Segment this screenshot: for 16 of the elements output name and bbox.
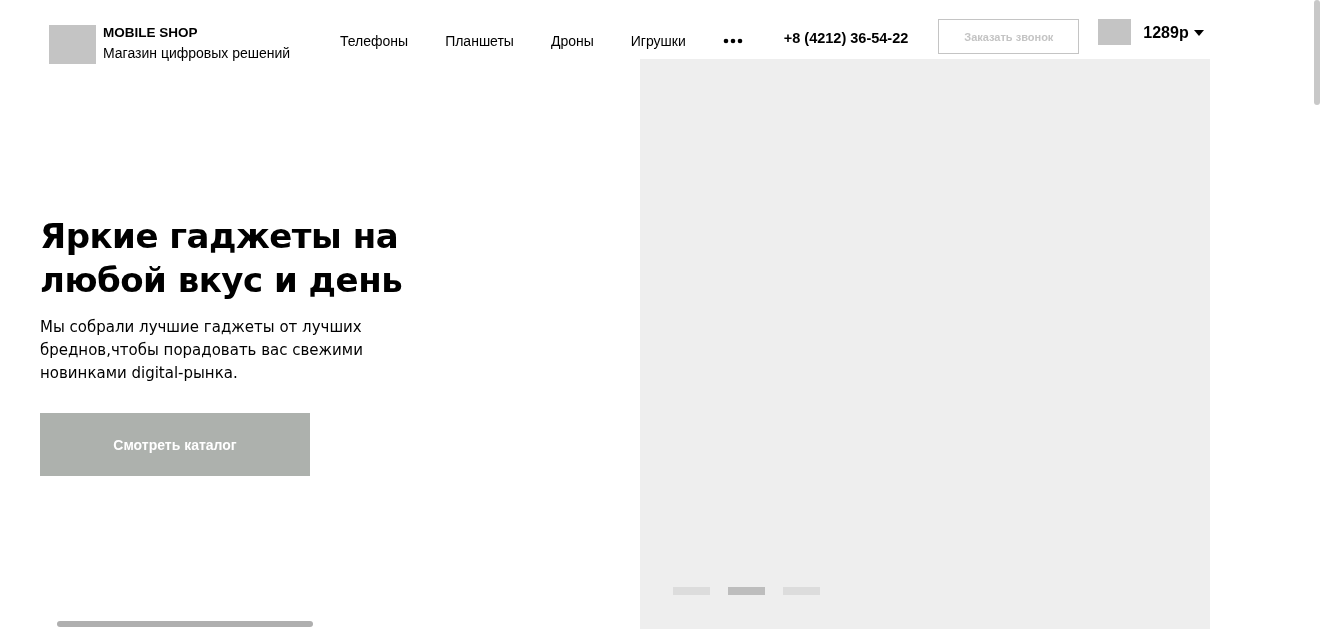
caret-icon	[1193, 29, 1204, 36]
avatar-placeholder	[1098, 19, 1132, 45]
brand-tagline: Магазин цифровых решений	[103, 44, 291, 61]
hero-title: Яркие гаджеты на любой вкус и день	[40, 215, 404, 302]
nav-link[interactable]: Игрушки	[630, 32, 686, 49]
nav-link[interactable]: Телефоны	[340, 32, 409, 49]
scroll-bar[interactable]	[57, 621, 313, 627]
nav-link[interactable]: Планшеты	[445, 32, 514, 49]
nav-link[interactable]: Дроны	[550, 32, 594, 49]
scroll-bar[interactable]	[1314, 0, 1320, 105]
cart-total-dropdown[interactable]: 1289р	[1143, 23, 1204, 42]
more-icon[interactable]	[722, 37, 743, 44]
phone-number: +8 (4212) 36-54-22	[783, 29, 909, 46]
hero-text: Мы собрали лучшие гаджеты от лучших бреднов,чтобы порадовать вас свежими новинками digital-рынка.	[40, 317, 364, 384]
brand-name: MOBILE SHOP	[103, 24, 199, 40]
logo-placeholder	[49, 24, 96, 64]
